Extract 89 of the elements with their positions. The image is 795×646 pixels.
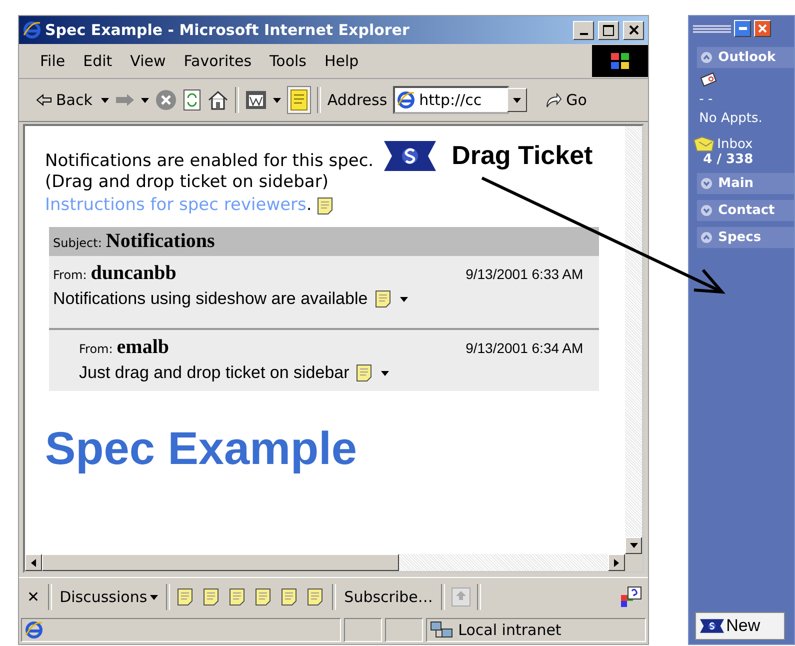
subject-text: Notifications <box>106 230 215 253</box>
down-arrow-icon <box>630 543 638 548</box>
menu-item[interactable]: View <box>123 50 173 72</box>
zone-label: Local intranet <box>458 621 562 639</box>
calendar-icon <box>699 72 718 88</box>
close-button[interactable] <box>754 20 772 37</box>
inbox-count: 4 / 338 <box>702 152 754 167</box>
post-author: emalb <box>116 336 169 359</box>
close-button[interactable] <box>623 20 644 40</box>
from-label: From: <box>79 342 113 356</box>
caret-icon <box>273 98 282 102</box>
address-label: Address <box>327 91 388 109</box>
network-icon <box>430 620 454 640</box>
caret-icon <box>101 98 110 102</box>
edit-document-icon[interactable] <box>245 90 268 110</box>
ie-logo-icon <box>25 621 43 639</box>
inbox-label[interactable]: Inbox <box>717 136 753 152</box>
notes-icon <box>290 89 308 111</box>
caret-icon <box>513 98 522 102</box>
close-icon <box>758 24 768 33</box>
scroll-left-button[interactable] <box>25 554 42 571</box>
ticket-icon[interactable] <box>384 141 436 171</box>
ie-logo-icon <box>397 91 416 109</box>
address-field[interactable]: http://cc <box>393 86 510 114</box>
discussions-menu-button[interactable]: Discussions <box>58 586 160 608</box>
dropdown-button[interactable] <box>507 88 528 112</box>
menu-item[interactable]: Tools <box>262 50 314 72</box>
post-author: duncanbb <box>90 262 176 285</box>
subscribe-button[interactable]: Subscribe… <box>342 586 435 608</box>
status-pane <box>385 618 424 642</box>
close-icon <box>628 25 639 35</box>
post-body: Notifications using sideshow are available <box>53 289 368 309</box>
stop-icon[interactable] <box>155 89 178 111</box>
period-text: . <box>306 194 312 217</box>
status-pane <box>344 618 382 642</box>
post-time: 9/13/2001 6:33 AM <box>466 266 584 282</box>
section-header[interactable]: Specs <box>697 227 794 248</box>
section-header[interactable]: Main <box>697 173 794 194</box>
post-body: Just drag and drop ticket on sidebar <box>79 363 350 383</box>
scrollbar-thumb[interactable] <box>42 554 399 571</box>
window-title: Spec Example - Microsoft Internet Explorer <box>45 21 410 39</box>
chevron-up-icon <box>701 52 712 63</box>
left-arrow-icon <box>31 558 36 566</box>
subject-label: Subject: <box>53 236 102 250</box>
maximize-button[interactable] <box>598 20 620 40</box>
go-arrow-icon <box>544 92 562 108</box>
ie-logo-icon <box>23 21 41 39</box>
chevron-up-icon <box>701 232 712 243</box>
section-header[interactable]: Outlook <box>697 47 794 68</box>
section-header[interactable]: Contact <box>697 200 794 221</box>
caret-icon <box>381 370 390 376</box>
hint-text: (Drag and drop ticket on sidebar) <box>45 171 328 194</box>
refresh-icon[interactable] <box>183 89 202 111</box>
menu-item[interactable]: Help <box>318 50 366 72</box>
back-button[interactable]: Back <box>33 88 96 112</box>
notice-text: Notifications are enabled for this spec. <box>45 151 374 171</box>
scroll-down-button[interactable] <box>625 537 642 554</box>
help-icon[interactable] <box>620 586 642 608</box>
caret-icon <box>150 594 158 600</box>
minimize-button[interactable] <box>734 20 752 37</box>
menu-item[interactable]: File <box>33 50 72 72</box>
minimize-button[interactable] <box>573 20 594 40</box>
home-icon[interactable] <box>207 90 230 110</box>
windows-logo-icon <box>592 45 648 77</box>
minimize-icon <box>580 32 588 34</box>
menu-item[interactable]: Edit <box>76 50 120 72</box>
page-heading: Spec Example <box>45 421 358 475</box>
right-arrow-icon <box>614 558 620 566</box>
grip-icon[interactable] <box>693 24 732 32</box>
drag-ticket-label: Drag Ticket <box>452 140 593 171</box>
caret-icon <box>400 296 408 302</box>
maximize-icon <box>603 24 614 36</box>
discussion-button[interactable] <box>287 86 312 114</box>
back-arrow-icon <box>36 94 52 106</box>
appointments-text: No Appts. <box>698 111 764 126</box>
chevron-down-icon <box>701 178 712 189</box>
appointments-dash: - - <box>698 92 714 107</box>
new-button[interactable]: New <box>695 612 786 640</box>
menu-item[interactable]: Favorites <box>176 50 259 72</box>
go-button[interactable]: Go <box>541 88 590 112</box>
caret-icon <box>141 98 150 102</box>
scroll-right-button[interactable] <box>608 554 626 571</box>
chevron-down-icon <box>701 205 712 216</box>
close-discussions-button[interactable]: ✕ <box>25 586 42 608</box>
ticket-icon[interactable] <box>700 619 724 633</box>
post-time: 9/13/2001 6:34 AM <box>466 340 584 356</box>
from-label: From: <box>53 268 87 282</box>
minimize-icon <box>738 27 747 30</box>
mail-icon <box>693 136 716 152</box>
